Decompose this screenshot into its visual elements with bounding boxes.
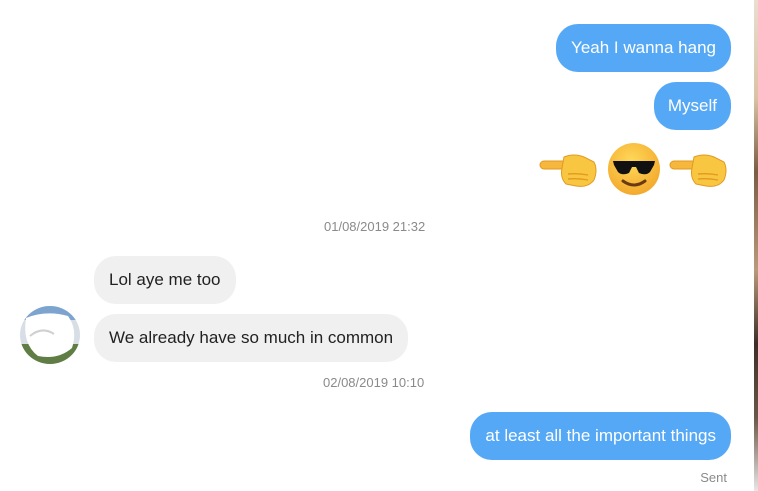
avatar[interactable] (20, 306, 80, 364)
outgoing-message-bubble[interactable]: Yeah I wanna hang (556, 24, 731, 72)
window-edge (754, 0, 758, 491)
pointing-right-hand-icon (668, 148, 730, 190)
pointing-right-hand-icon (538, 148, 600, 190)
sent-status: Sent (700, 470, 727, 485)
incoming-message-bubble[interactable]: We already have so much in common (94, 314, 409, 362)
message-timestamp: 02/08/2019 10:10 (323, 375, 425, 390)
outgoing-message-bubble[interactable]: at least all the important things (470, 412, 731, 460)
outgoing-message-bubble[interactable]: Myself (653, 82, 731, 130)
emoji-message[interactable] (538, 140, 730, 198)
sunglasses-smiley-icon (606, 141, 662, 197)
chat-thread: Yeah I wanna hang Myself 01/08/2019 21:3… (0, 0, 758, 491)
message-timestamp: 01/08/2019 21:32 (324, 219, 426, 234)
incoming-message-bubble[interactable]: Lol aye me too (94, 256, 236, 304)
